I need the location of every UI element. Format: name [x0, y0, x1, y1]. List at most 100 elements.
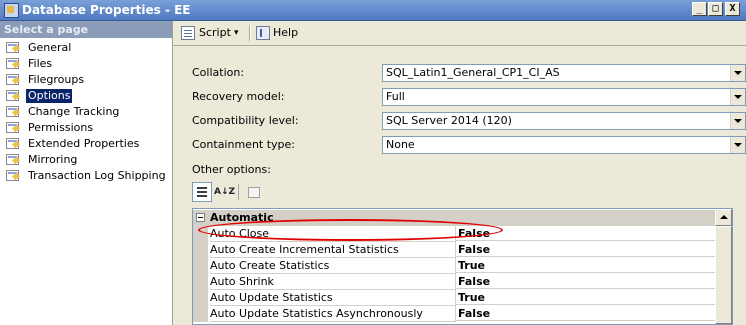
recovery-model-select[interactable]: Full: [382, 88, 746, 106]
help-icon[interactable]: [256, 26, 270, 40]
property-grid-toolbar: A↓Z: [192, 182, 272, 204]
chevron-down-icon[interactable]: [730, 113, 745, 129]
sort-alphabetical-icon[interactable]: A↓Z: [214, 182, 235, 202]
scrollbar-thumb[interactable]: [715, 226, 732, 324]
compatibility-level-select[interactable]: SQL Server 2014 (120): [382, 112, 746, 130]
toolbar-separator: [249, 25, 251, 41]
category-name: Automatic: [210, 211, 274, 224]
collapse-icon[interactable]: [196, 213, 205, 222]
recovery-model-row: Recovery model: Full: [192, 88, 746, 106]
property-value[interactable]: False: [456, 274, 715, 289]
property-name[interactable]: Auto Update Statistics: [210, 290, 456, 306]
row-gutter: [193, 274, 208, 290]
row-gutter: [193, 226, 208, 242]
page-icon: [6, 154, 19, 165]
maximize-button[interactable]: □: [708, 2, 723, 16]
recovery-model-label: Recovery model:: [192, 90, 285, 103]
chevron-down-icon[interactable]: [730, 89, 745, 105]
select-page-header: Select a page: [0, 21, 172, 38]
property-name[interactable]: Auto Shrink: [210, 274, 456, 290]
property-row[interactable]: Auto Update Statistics Asynchronously Fa…: [193, 306, 715, 322]
title-bar[interactable]: Database Properties - EE _ □ X: [0, 0, 746, 21]
page-icon: [6, 74, 19, 85]
page-icon: [6, 106, 19, 117]
script-dropdown-arrow[interactable]: ▾: [234, 26, 239, 40]
sidebar-item-label: General: [28, 41, 72, 54]
collation-select[interactable]: SQL_Latin1_General_CP1_CI_AS: [382, 64, 746, 82]
toolbar-separator: [238, 184, 239, 200]
page-icon: [6, 90, 19, 101]
sidebar-item-permissions[interactable]: Permissions: [0, 120, 172, 136]
property-name[interactable]: Auto Close: [210, 226, 456, 242]
page-icon: [6, 138, 19, 149]
property-row[interactable]: Auto Create Statistics True: [193, 258, 715, 274]
sidebar-item-label: Options: [26, 89, 73, 103]
containment-type-value: None: [386, 138, 415, 151]
toolbar: Script ▾ Help: [173, 21, 746, 46]
page-icon: [6, 170, 19, 181]
sidebar-item-general[interactable]: General: [0, 40, 172, 56]
database-icon: [4, 3, 19, 18]
compatibility-level-label: Compatibility level:: [192, 114, 299, 127]
property-value[interactable]: True: [456, 290, 715, 305]
recovery-model-value: Full: [386, 90, 405, 103]
page-icon: [6, 122, 19, 133]
sidebar-item-label: Files: [28, 57, 53, 70]
property-name[interactable]: Auto Update Statistics Asynchronously: [210, 306, 456, 322]
categorized-icon[interactable]: [192, 182, 212, 202]
property-grid: Automatic Auto Close False Auto Create I…: [192, 208, 733, 325]
containment-type-row: Containment type: None: [192, 136, 746, 154]
sidebar-item-files[interactable]: Files: [0, 56, 172, 72]
category-header[interactable]: Automatic: [193, 210, 715, 226]
page-icon: [6, 58, 19, 69]
sidebar-item-change-tracking[interactable]: Change Tracking: [0, 104, 172, 120]
compatibility-level-value: SQL Server 2014 (120): [386, 114, 512, 127]
close-button[interactable]: X: [725, 2, 740, 16]
other-options-label: Other options:: [192, 163, 271, 176]
page-list: General Files Filegroups Options Change …: [0, 40, 172, 184]
property-name[interactable]: Auto Create Statistics: [210, 258, 456, 274]
sidebar-item-options[interactable]: Options: [0, 88, 172, 104]
scroll-up-icon[interactable]: [715, 209, 732, 226]
script-button[interactable]: Script: [199, 26, 231, 40]
collation-value: SQL_Latin1_General_CP1_CI_AS: [386, 66, 560, 79]
sidebar-item-extended-properties[interactable]: Extended Properties: [0, 136, 172, 152]
property-value[interactable]: True: [456, 258, 715, 273]
window-title: Database Properties - EE: [22, 3, 191, 17]
options-page: Collation: SQL_Latin1_General_CP1_CI_AS …: [173, 46, 746, 325]
sidebar-item-label: Filegroups: [28, 73, 85, 86]
row-gutter: [193, 258, 208, 274]
row-gutter: [193, 290, 208, 306]
property-value[interactable]: False: [456, 306, 715, 321]
property-value[interactable]: False: [456, 242, 715, 257]
row-gutter: [193, 306, 208, 322]
property-pages-icon[interactable]: [244, 182, 264, 202]
collation-label: Collation:: [192, 66, 245, 79]
sidebar-item-label: Extended Properties: [28, 137, 140, 150]
chevron-down-icon[interactable]: [730, 65, 745, 81]
property-row[interactable]: Auto Shrink False: [193, 274, 715, 290]
script-icon[interactable]: [181, 26, 195, 40]
compatibility-level-row: Compatibility level: SQL Server 2014 (12…: [192, 112, 746, 130]
collation-row: Collation: SQL_Latin1_General_CP1_CI_AS: [192, 64, 746, 82]
chevron-down-icon[interactable]: [730, 137, 745, 153]
minimize-button[interactable]: _: [692, 2, 707, 16]
sidebar-item-transaction-log-shipping[interactable]: Transaction Log Shipping: [0, 168, 172, 184]
property-row-auto-close[interactable]: Auto Close False: [193, 226, 715, 242]
help-button[interactable]: Help: [273, 26, 298, 40]
property-value[interactable]: False: [456, 226, 715, 241]
property-row[interactable]: Auto Update Statistics True: [193, 290, 715, 306]
containment-type-select[interactable]: None: [382, 136, 746, 154]
sidebar-item-mirroring[interactable]: Mirroring: [0, 152, 172, 168]
sidebar-item-label: Mirroring: [28, 153, 78, 166]
containment-type-label: Containment type:: [192, 138, 296, 151]
property-row[interactable]: Auto Create Incremental Statistics False: [193, 242, 715, 258]
page-icon: [6, 42, 19, 53]
vertical-scrollbar[interactable]: [715, 209, 732, 324]
sidebar-item-label: Change Tracking: [28, 105, 120, 118]
row-gutter: [193, 242, 208, 258]
property-name[interactable]: Auto Create Incremental Statistics: [210, 242, 456, 258]
sidebar-item-filegroups[interactable]: Filegroups: [0, 72, 172, 88]
page-selector-panel: Select a page General Files Filegroups O…: [0, 21, 173, 325]
sidebar-item-label: Transaction Log Shipping: [28, 169, 166, 182]
